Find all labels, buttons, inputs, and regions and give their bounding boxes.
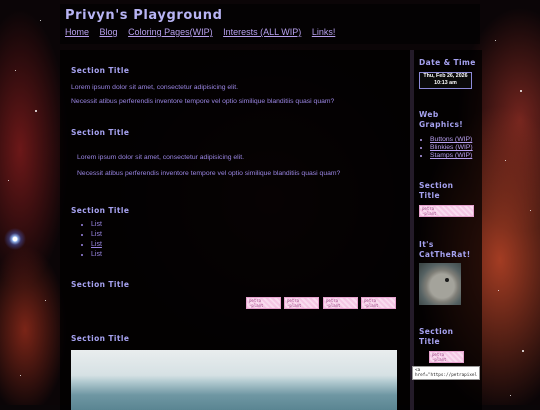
clock-widget: Thu, Feb 26, 2026 10:13 am — [419, 72, 472, 89]
ocean-photo — [71, 350, 397, 410]
graphics-list-item: Stamps (WIP) — [430, 152, 473, 160]
bullet-list: List List List List — [81, 220, 102, 260]
star — [8, 180, 9, 181]
main-nav: Home Blog Coloring Pages(WIP) Interests … — [65, 27, 343, 37]
section-title-line2: Title — [419, 337, 440, 346]
graphics-list-item: Blinkies (WIP) — [430, 144, 473, 152]
stamp-image[interactable]: petra -plant — [361, 297, 396, 309]
star — [530, 210, 531, 211]
list-item: List — [91, 240, 102, 250]
section-title: Section Title — [71, 334, 130, 343]
section-title: Section Title — [71, 280, 130, 289]
stamps-link[interactable]: Stamps (WIP) — [430, 152, 472, 159]
site-title: Privyn's Playground — [65, 8, 223, 23]
star — [505, 160, 506, 161]
nav-link-coloring-pages[interactable]: Coloring Pages(WIP) — [128, 27, 213, 37]
section-paragraph: Lorem ipsum dolor sit amet, consectetur … — [77, 154, 244, 161]
cat-title-line2: CatTheRat! — [419, 250, 471, 259]
section-paragraph: Necessit atibus perferendis inventore te… — [71, 98, 335, 105]
section-title-line2: Title — [419, 191, 440, 200]
blinkies-link[interactable]: Blinkies (WIP) — [430, 144, 473, 151]
site-header: Privyn's Playground Home Blog Coloring P… — [60, 4, 480, 44]
clock-time: 10:13 am — [434, 80, 457, 86]
main-content: Section Title Lorem ipsum dolor sit amet… — [60, 50, 414, 410]
section-title: Section Title — [71, 128, 130, 137]
star — [35, 110, 37, 112]
star — [40, 20, 41, 21]
graphics-list: Buttons (WIP) Blinkies (WIP) Stamps (WIP… — [424, 136, 473, 160]
rat-eye — [445, 278, 449, 282]
star — [522, 350, 524, 352]
clock-date: Thu, Feb 26, 2026 — [423, 73, 468, 79]
star — [20, 375, 21, 376]
star — [45, 300, 46, 301]
bright-star — [4, 228, 26, 250]
section-title-line1: Section — [419, 327, 454, 336]
star — [498, 290, 499, 291]
embed-code-box[interactable]: <a href="https://petrapixel — [412, 366, 480, 380]
nav-link-links[interactable]: Links! — [312, 27, 336, 37]
nav-link-interests[interactable]: Interests (ALL WIP) — [223, 27, 301, 37]
graphics-list-item: Buttons (WIP) — [430, 136, 473, 144]
buttons-link[interactable]: Buttons (WIP) — [430, 136, 472, 143]
graphics-title-line1: Web — [419, 110, 439, 119]
nav-link-home[interactable]: Home — [65, 27, 89, 37]
stamp-image[interactable]: petra -plant — [284, 297, 319, 309]
stamp-image[interactable]: petra -plant — [419, 205, 474, 217]
cat-title-line1: It's — [419, 240, 434, 249]
list-item-link[interactable]: List — [91, 241, 102, 248]
rat-photo — [419, 263, 461, 305]
stamp-image[interactable]: petra -plant — [323, 297, 358, 309]
section-title: Section Title — [71, 206, 130, 215]
section-paragraph: Necessit atibus perferendis inventore te… — [77, 170, 341, 177]
section-title-line1: Section — [419, 181, 454, 190]
section-paragraph: Lorem ipsum dolor sit amet, consectetur … — [71, 84, 238, 91]
nav-link-blog[interactable]: Blog — [100, 27, 118, 37]
sidebar: Date & Time Thu, Feb 26, 2026 10:13 am W… — [412, 50, 482, 410]
section-title: Section Title — [71, 66, 130, 75]
list-item: List — [91, 220, 102, 230]
list-item: List — [91, 250, 102, 260]
stamp-image[interactable]: petra -plant — [429, 351, 464, 363]
graphics-title-line2: Graphics! — [419, 120, 464, 129]
star — [520, 90, 522, 92]
list-item: List — [91, 230, 102, 240]
datetime-title: Date & Time — [419, 58, 476, 67]
stamp-image[interactable]: petra -plant — [246, 297, 281, 309]
star — [15, 70, 16, 71]
star — [495, 40, 496, 41]
star — [510, 395, 511, 396]
